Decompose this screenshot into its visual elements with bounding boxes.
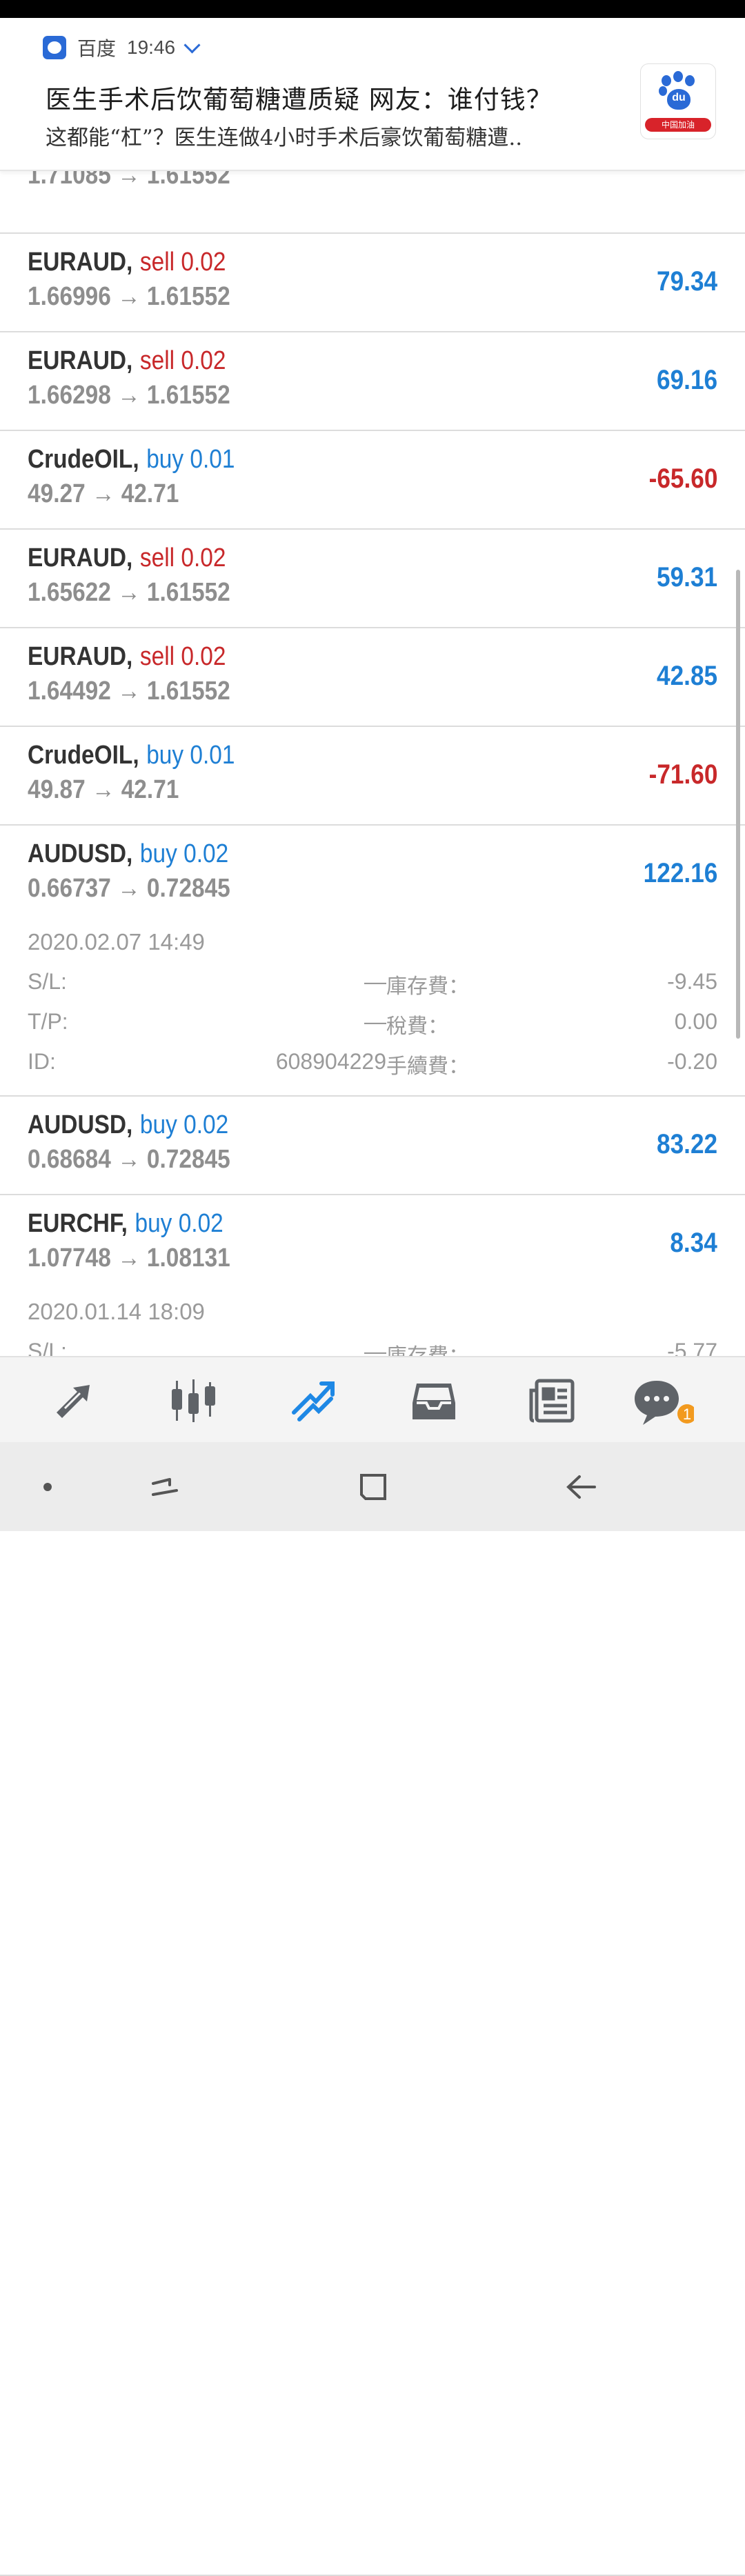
back-icon[interactable] (557, 1463, 606, 1511)
detail-l1: T/P: (28, 1009, 68, 1034)
trade-side: buy 0.02 (135, 1209, 223, 1238)
notification-time: 19:46 (127, 37, 176, 58)
trade-detail-line: S/L: — 庫存費： -9.45 (28, 969, 717, 999)
trade-profit: 42.85 (656, 661, 717, 691)
trade-prices: 1.65622 → 1.61552 (28, 578, 230, 607)
trade-side: buy 0.01 (146, 741, 235, 770)
baidu-app-icon (43, 36, 66, 59)
symbol-name: EURAUD, (28, 346, 133, 375)
trade-profit: -65.60 (648, 463, 717, 494)
trade-profit: 8.34 (670, 1228, 717, 1258)
dot-icon[interactable] (23, 1463, 72, 1511)
notification-header: 百度 19:46 (43, 33, 201, 62)
quotes-icon[interactable] (50, 1377, 98, 1425)
trade-profit: 83.22 (656, 1129, 717, 1159)
logo-du-text: du (672, 92, 686, 103)
trade-detail-line: T/P: — 稅費： 0.00 (28, 1009, 717, 1039)
trade-side: buy 0.02 (139, 1110, 229, 1139)
trade-side: sell 0.02 (139, 346, 226, 375)
logo-band-text: 中国加油 (645, 118, 711, 132)
trade-symbol: EURCHF, buy 0.02 (28, 1209, 223, 1239)
trade-prices: 1.66298 → 1.61552 (28, 381, 230, 410)
trade-prices: 0.68684 → 0.72845 (28, 1145, 230, 1174)
history-icon[interactable] (410, 1377, 458, 1425)
detail-v2: -9.45 (667, 969, 717, 994)
detail-l2: 手續費： (386, 1055, 469, 1079)
trade-detail-line: ID: 608904229 手續費： -0.20 (28, 1049, 717, 1079)
trade-profit: 59.31 (656, 562, 717, 592)
trade-symbol: EURAUD,sell 0.02 (28, 642, 226, 672)
symbol-name: EURAUD, (28, 543, 133, 572)
notification-body: 这都能“杠”？医生连做4小时手术后豪饮葡萄糖遭.. (46, 126, 523, 150)
detail-l2: 庫存費： (386, 975, 469, 999)
trade-profit: 69.16 (656, 365, 717, 395)
trade-side: sell 0.02 (139, 248, 226, 277)
notification-app-name: 百度 (77, 38, 117, 59)
trade-prices: 49.87 → 42.71 (28, 775, 179, 804)
trade-open-time: 2020.01.14 18:09 (28, 1299, 205, 1324)
trade-prices: 1.07748 → 1.08131 (28, 1244, 230, 1272)
trade-row[interactable]: CrudeOIL, buy 0.01 49.27 → 42.71 -65.60 (0, 431, 745, 530)
detail-l1: S/L: (28, 969, 67, 994)
chevron-down-icon[interactable] (183, 36, 201, 54)
symbol-name: CrudeOIL, (28, 445, 139, 474)
detail-l1: ID: (28, 1049, 56, 1074)
trade-side: sell 0.02 (139, 642, 226, 671)
trade-row[interactable]: CrudeOIL, buy 0.01 49.87 → 42.71 -71.60 (0, 727, 745, 826)
detail-v1: — (364, 969, 386, 994)
trade-row[interactable]: EURAUD, sell 0.02 1.66298 → 1.61552 69.16 (0, 332, 745, 431)
trade-symbol: AUDUSD, buy 0.02 (28, 1110, 228, 1140)
trade-row[interactable]: AUDUSD, buy 0.02 0.68684 → 0.72845 83.22 (0, 1097, 745, 1195)
trade-profit: 79.34 (656, 266, 717, 297)
trade-symbol: AUDUSD, buy 0.02 (28, 839, 228, 869)
scrollbar[interactable] (736, 570, 740, 1039)
chart-icon[interactable] (170, 1377, 218, 1425)
detail-v2: -0.20 (667, 1049, 717, 1074)
baidu-logo-icon: du 中国加油 (640, 63, 716, 139)
trade-prices: 1.64492 → 1.61552 (28, 677, 230, 706)
symbol-name: EURAUD, (28, 248, 133, 277)
trade-symbol: CrudeOIL, buy 0.01 (28, 741, 235, 770)
symbol-name: EURAUD, (28, 642, 133, 671)
trade-side: buy 0.01 (146, 445, 235, 474)
status-bar (0, 0, 745, 18)
trade-row[interactable]: EURAUD, sell 0.02 1.66996 → 1.61552 79.34 (0, 234, 745, 332)
trade-profit: -71.60 (648, 759, 717, 790)
notification-title: 医生手术后饮葡萄糖遭质疑 网友：谁付钱？ (46, 85, 553, 114)
recents-icon[interactable] (141, 1463, 189, 1511)
chat-badge: 1 (683, 1406, 691, 1423)
system-navigation-bar (0, 1442, 745, 1531)
trade-prices: 1.66996 → 1.61552 (28, 282, 230, 311)
trade-row[interactable]: EURAUD, sell 0.02 1.64492 → 1.61552 42.85 (0, 628, 745, 727)
detail-v1: — (364, 1009, 386, 1034)
chat-icon[interactable]: 1 (632, 1377, 697, 1425)
home-icon[interactable] (349, 1463, 397, 1511)
detail-v2: 0.00 (674, 1009, 717, 1034)
bottom-navigation: 1 (0, 1356, 745, 1444)
trade-profit: 122.16 (643, 858, 717, 888)
symbol-name: EURCHF, (28, 1209, 128, 1238)
symbol-name: AUDUSD, (28, 839, 133, 868)
trade-symbol: EURAUD,sell 0.02 (28, 543, 226, 573)
detail-l2: 稅費： (386, 1015, 448, 1039)
detail-v1: 608904229 (275, 1049, 386, 1074)
trade-prices: 0.66737 → 0.72845 (28, 874, 230, 903)
trade-open-time: 2020.02.07 14:49 (28, 929, 205, 955)
trade-symbol: CrudeOIL, buy 0.01 (28, 445, 235, 475)
trade-row[interactable]: EURAUD, sell 0.02 1.65622 → 1.61552 59.31 (0, 530, 745, 628)
trade-symbol: EURAUD,sell 0.02 (28, 346, 226, 376)
trade-side: buy 0.02 (139, 839, 229, 868)
notification-banner[interactable]: 百度 19:46 医生手术后饮葡萄糖遭质疑 网友：谁付钱？ 这都能“杠”？医生连… (0, 18, 745, 171)
symbol-name: AUDUSD, (28, 1110, 133, 1139)
trade-side: sell 0.02 (139, 543, 226, 572)
trade-icon[interactable] (290, 1377, 338, 1425)
trade-symbol: EURAUD,sell 0.02 (28, 248, 226, 277)
news-icon[interactable] (528, 1377, 577, 1425)
trade-row[interactable]: AUDUSD, buy 0.02 0.66737 → 0.72845 122.16 20… (0, 826, 745, 1097)
trade-prices: 49.27 → 42.71 (28, 479, 179, 508)
symbol-name: CrudeOIL, (28, 741, 139, 770)
